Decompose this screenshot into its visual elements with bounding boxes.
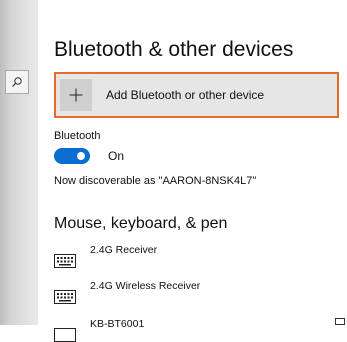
device-name: 2.4G Receiver [90,244,158,256]
add-device-button[interactable]: Add Bluetooth or other device [54,72,339,118]
device-list-item[interactable]: 2.4G Receiver [54,244,157,268]
discoverable-status: Now discoverable as "AARON-8NSK4L7" [54,175,257,187]
add-tile [60,79,92,111]
search-icon [12,77,22,87]
settings-content: Bluetooth & other devices Add Bluetooth … [38,0,347,342]
keyboard-icon [54,328,76,342]
keyboard-icon [54,254,76,268]
device-name: KB-BT6001 [90,318,145,330]
plus-icon [69,88,83,102]
left-nav-pane [0,0,38,325]
bluetooth-toggle-state: On [108,149,125,163]
bluetooth-label: Bluetooth [54,130,101,142]
bluetooth-toggle[interactable] [54,148,90,164]
device-list-item[interactable]: KB-BT6001 [54,318,144,342]
add-device-label: Add Bluetooth or other device [106,88,265,102]
toggle-knob [77,152,85,160]
device-list-item[interactable]: 2.4G Wireless Receiver [54,280,200,304]
keyboard-icon [54,290,76,304]
page-title: Bluetooth & other devices [54,38,294,61]
device-status-icon [335,318,345,325]
search-box[interactable] [5,70,29,94]
device-name: 2.4G Wireless Receiver [90,280,201,292]
bluetooth-toggle-row: On [54,148,124,164]
mouse-keyboard-section-title: Mouse, keyboard, & pen [54,215,228,232]
